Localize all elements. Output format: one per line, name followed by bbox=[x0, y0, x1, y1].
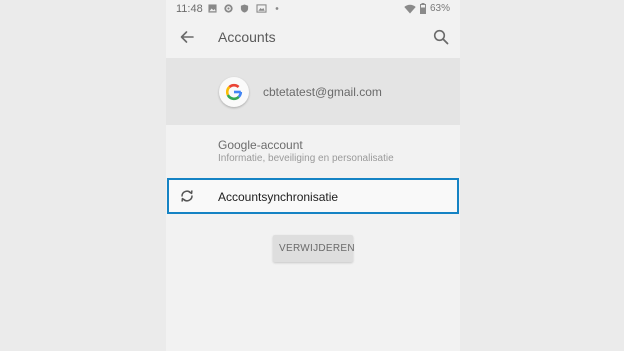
google-logo-avatar bbox=[219, 77, 249, 107]
battery-percent: 63% bbox=[429, 3, 450, 14]
account-header: cbtetatest@gmail.com bbox=[166, 58, 460, 125]
status-right: 63% bbox=[404, 3, 450, 14]
remove-account-button[interactable]: VERWIJDEREN bbox=[273, 235, 355, 262]
notification-dot-icon bbox=[275, 7, 279, 10]
back-arrow-icon[interactable] bbox=[178, 28, 196, 46]
status-bar: 11:48 63% bbox=[166, 0, 460, 18]
phone-screen: 11:48 63% Accounts cbtetatest@gmail.com … bbox=[166, 0, 460, 351]
page-title: Accounts bbox=[218, 29, 276, 45]
google-account-subtitle: Informatie, beveiliging en personalisati… bbox=[218, 153, 394, 164]
image-icon bbox=[208, 4, 217, 13]
battery-icon bbox=[419, 3, 426, 14]
google-g-icon bbox=[225, 83, 243, 101]
settings-icon bbox=[224, 4, 233, 13]
status-time: 11:48 bbox=[176, 3, 203, 15]
app-bar: Accounts bbox=[166, 18, 460, 58]
account-sync-item[interactable]: Accountsynchronisatie bbox=[167, 178, 459, 214]
search-icon[interactable] bbox=[432, 28, 450, 46]
google-account-title: Google-account bbox=[218, 138, 303, 152]
shield-icon bbox=[240, 4, 249, 13]
account-sync-label: Accountsynchronisatie bbox=[218, 190, 339, 204]
wifi-icon bbox=[404, 4, 416, 13]
gallery-icon bbox=[256, 4, 267, 13]
account-email: cbtetatest@gmail.com bbox=[263, 85, 382, 99]
google-account-item[interactable]: Google-account Informatie, beveiliging e… bbox=[166, 125, 460, 175]
sync-icon bbox=[181, 190, 193, 202]
